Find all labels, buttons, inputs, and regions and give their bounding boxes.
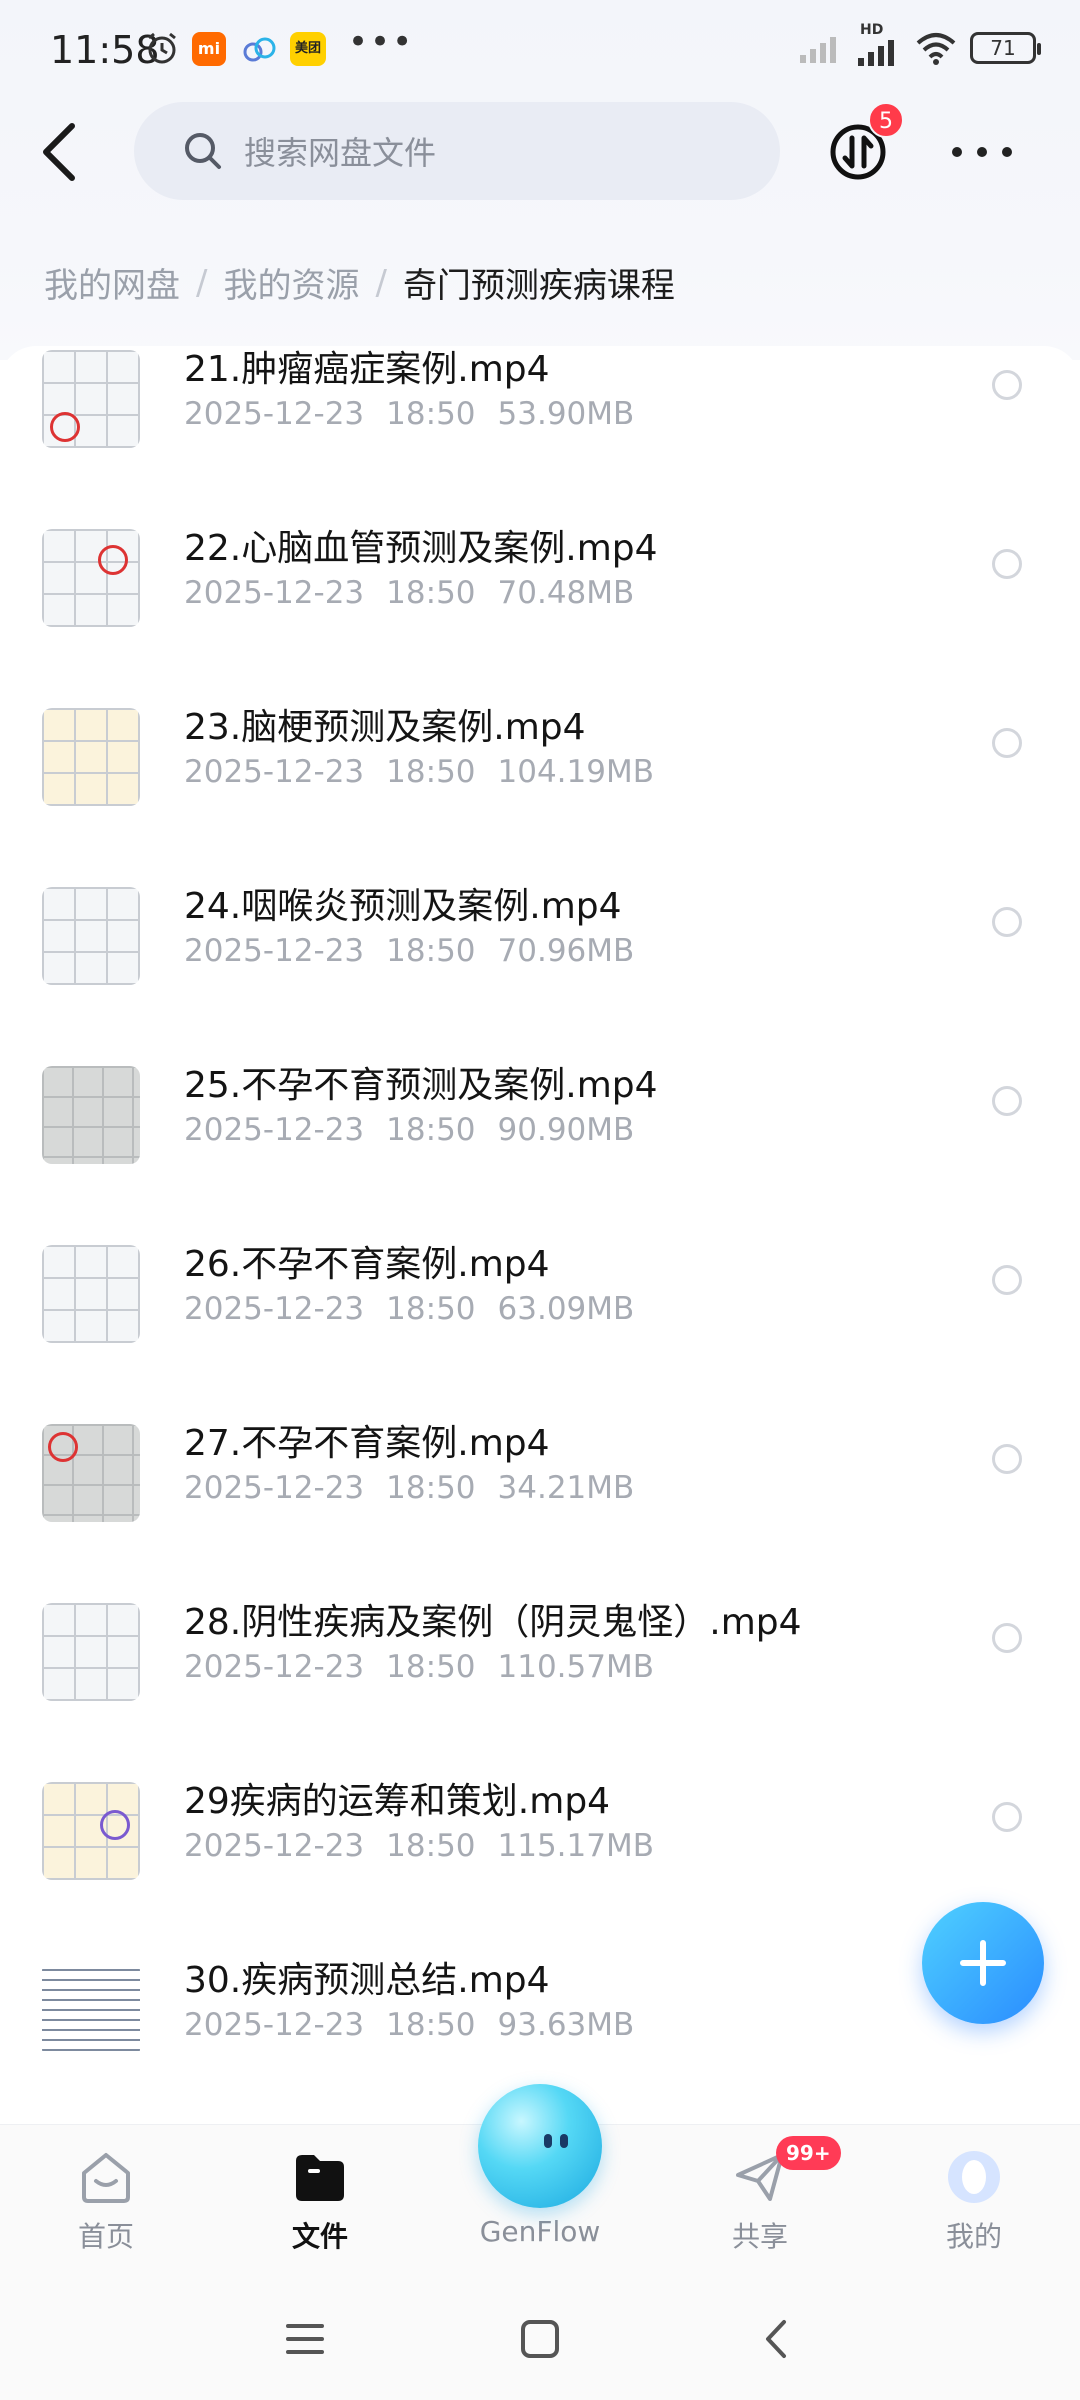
file-row[interactable]: 21.肿瘤癌症案例.mp4 2025-12-23 18:50 53.90MB (0, 346, 1080, 519)
file-thumbnail (42, 350, 140, 448)
file-row[interactable]: 25.不孕不育预测及案例.mp4 2025-12-23 18:50 90.90MB (0, 1056, 1080, 1235)
share-badge: 99+ (776, 2136, 841, 2170)
breadcrumb-item-my-resources[interactable]: 我的资源 (223, 258, 359, 307)
select-radio[interactable] (992, 1623, 1022, 1653)
file-name: 30.疾病预测总结.mp4 (184, 1960, 550, 2001)
status-bar: 11:58 mi 美团 ••• HD 71 (0, 0, 1080, 100)
select-radio[interactable] (992, 1444, 1022, 1474)
file-name: 29疾病的运筹和策划.mp4 (184, 1781, 611, 1822)
menu-icon[interactable] (280, 2314, 330, 2364)
file-thumbnail (42, 529, 140, 627)
file-thumbnail (42, 887, 140, 985)
file-meta: 2025-12-23 18:50 63.09MB (184, 1291, 635, 1327)
orb-eye (544, 2134, 552, 2148)
nav-home[interactable]: 首页 (26, 2125, 186, 2281)
status-more-icon: ••• (348, 22, 415, 62)
file-name: 26.不孕不育案例.mp4 (184, 1244, 550, 1285)
file-row[interactable]: 29疾病的运筹和策划.mp4 2025-12-23 18:50 115.17MB (0, 1772, 1080, 1951)
file-thumbnail (42, 1603, 140, 1701)
search-icon (185, 133, 221, 169)
nav-home-label: 首页 (77, 2220, 134, 2253)
file-row[interactable]: 24.咽喉炎预测及案例.mp4 2025-12-23 18:50 70.96MB (0, 877, 1080, 1056)
file-thumbnail (42, 1245, 140, 1343)
meituan-icon: 美团 (290, 32, 326, 66)
file-meta: 2025-12-23 18:50 70.96MB (184, 933, 635, 969)
file-row[interactable]: 23.脑梗预测及案例.mp4 2025-12-23 18:50 104.19MB (0, 698, 1080, 877)
dot-icon (952, 147, 962, 157)
file-meta: 2025-12-23 18:50 90.90MB (184, 1112, 635, 1148)
nav-me-label: 我的 (945, 2220, 1002, 2253)
signal-hd-icon: HD (856, 22, 902, 66)
status-right-group: HD 71 (798, 22, 1041, 68)
select-radio[interactable] (992, 549, 1022, 579)
breadcrumb: 我的网盘 / 我的资源 / 奇门预测疾病课程 (44, 258, 675, 307)
breadcrumb-separator: / (375, 262, 387, 303)
wifi-icon (916, 33, 956, 65)
select-radio[interactable] (992, 370, 1022, 400)
file-name: 28.阴性疾病及案例（阴灵鬼怪）.mp4 (184, 1602, 802, 1643)
system-nav-bar (0, 2280, 1080, 2400)
mi-icon: mi (192, 32, 226, 66)
file-meta: 2025-12-23 18:50 110.57MB (184, 1649, 654, 1685)
file-name: 27.不孕不育案例.mp4 (184, 1423, 550, 1464)
breadcrumb-item-my-disk[interactable]: 我的网盘 (44, 258, 180, 307)
signal-weak-icon (800, 37, 836, 63)
select-radio[interactable] (992, 1265, 1022, 1295)
add-button[interactable] (922, 1902, 1044, 2024)
file-thumbnail (42, 708, 140, 806)
file-thumbnail (42, 1424, 140, 1522)
file-row[interactable]: 27.不孕不育案例.mp4 2025-12-23 18:50 34.21MB (0, 1414, 1080, 1593)
file-name: 23.脑梗预测及案例.mp4 (184, 707, 586, 748)
nav-files-label: 文件 (291, 2220, 348, 2253)
file-thumbnail (42, 1782, 140, 1880)
nav-me[interactable]: 我的 (894, 2125, 1054, 2281)
breadcrumb-item-current: 奇门预测疾病课程 (402, 266, 675, 306)
alarm-icon (148, 32, 176, 64)
more-options-button[interactable] (952, 132, 1012, 172)
home-square-icon[interactable] (515, 2314, 565, 2364)
file-row[interactable]: 22.心脑血管预测及案例.mp4 2025-12-23 18:50 70.48MB (0, 519, 1080, 698)
file-thumbnail (42, 1066, 140, 1164)
select-radio[interactable] (992, 1086, 1022, 1116)
nav-share-label: 共享 (731, 2220, 788, 2253)
file-name: 22.心脑血管预测及案例.mp4 (184, 528, 658, 569)
cloud-icon (243, 37, 276, 62)
file-meta: 2025-12-23 18:50 34.21MB (184, 1470, 635, 1506)
avatar-icon (948, 2151, 1000, 2203)
file-meta: 2025-12-23 18:50 115.17MB (184, 1828, 654, 1864)
plus-icon (960, 1940, 1006, 1986)
nav-genflow-label: GenFlow (479, 2215, 601, 2248)
genflow-orb-icon[interactable] (478, 2084, 602, 2208)
back-arrow-icon[interactable] (752, 2314, 802, 2364)
file-thumbnail (42, 1961, 140, 2059)
search-placeholder: 搜索网盘文件 (244, 134, 437, 172)
file-row[interactable]: 28.阴性疾病及案例（阴灵鬼怪）.mp4 2025-12-23 18:50 110.… (0, 1593, 1080, 1772)
breadcrumb-separator: / (196, 262, 208, 303)
file-name: 21.肿瘤癌症案例.mp4 (184, 349, 550, 390)
search-input[interactable]: 搜索网盘文件 (134, 102, 780, 200)
file-meta: 2025-12-23 18:50 53.90MB (184, 396, 635, 432)
file-name: 24.咽喉炎预测及案例.mp4 (184, 886, 622, 927)
select-radio[interactable] (992, 728, 1022, 758)
file-meta: 2025-12-23 18:50 70.48MB (184, 575, 635, 611)
orb-eye (560, 2134, 568, 2148)
select-radio[interactable] (992, 1802, 1022, 1832)
nav-files[interactable]: 文件 (240, 2125, 400, 2281)
home-icon (82, 2153, 130, 2203)
battery-icon: 71 (970, 32, 1041, 64)
dot-icon (977, 147, 987, 157)
file-meta: 2025-12-23 18:50 104.19MB (184, 754, 654, 790)
dot-icon (1002, 147, 1012, 157)
file-list: 21.肿瘤癌症案例.mp4 2025-12-23 18:50 53.90MB 22.… (0, 346, 1080, 2126)
back-button[interactable] (38, 120, 82, 184)
file-meta: 2025-12-23 18:50 93.63MB (184, 2007, 635, 2043)
transfer-badge: 5 (868, 102, 904, 138)
select-radio[interactable] (992, 907, 1022, 937)
file-row[interactable]: 26.不孕不育案例.mp4 2025-12-23 18:50 63.09MB (0, 1235, 1080, 1414)
folder-icon (296, 2155, 344, 2201)
file-name: 25.不孕不育预测及案例.mp4 (184, 1065, 658, 1106)
